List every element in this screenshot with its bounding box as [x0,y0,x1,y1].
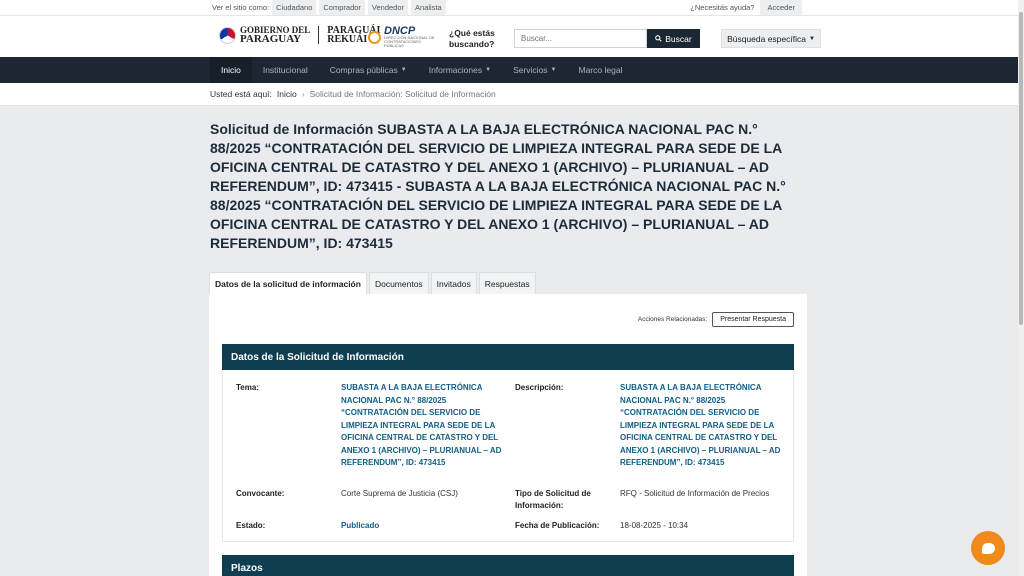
top-right-links: ¿Necesitás ayuda? Acceder [690,0,802,15]
tab-datos[interactable]: Datos de la solicitud de información [209,272,367,294]
nav-item-compras-publicas[interactable]: Compras públicas ▼ [319,57,418,83]
fecha-label: Fecha de Publicación: [515,521,600,530]
submit-response-button[interactable]: Presentar Respuesta [712,312,794,327]
tab-bar: Datos de la solicitud de información Doc… [209,272,536,294]
request-details: Tema: SUBASTA A LA BAJA ELECTRÓNICA NACI… [222,370,794,542]
caret-down-icon: ▼ [400,67,407,73]
related-actions: Acciones Relacionadas: Presentar Respues… [638,312,794,327]
dncp-logo[interactable]: DNCP DIRECCIÓN NACIONAL DE CONTRATACIONE… [368,26,440,48]
government-logo-text: GOBIERNO DEL PARAGUAY [240,25,311,45]
chevron-right-icon: › [301,89,305,99]
advanced-search-label: Búsqueda específica [727,33,806,44]
page-title: Solicitud de Información SUBASTA A LA BA… [210,121,786,251]
breadcrumb-prefix: Usted está aquí: [210,89,272,99]
paraguay-seal-icon [219,26,236,44]
view-as-group: Ver el sitio como: Ciudadano Comprador V… [212,0,446,15]
section-header-plazos: Plazos [222,555,794,576]
tab-documentos[interactable]: Documentos [368,272,429,294]
main-nav: Inicio Institucional Compras públicas ▼ I… [0,57,1018,83]
related-actions-label: Acciones Relacionadas: [637,316,708,323]
tema-label: Tema: [236,383,259,392]
help-link[interactable]: ¿Necesitás ayuda? [690,3,754,12]
fecha-value: 18-08-2025 - 10:34 [620,521,689,530]
tab-content-card: Acciones Relacionadas: Presentar Respues… [209,294,807,576]
search-input[interactable] [514,29,647,48]
page-scrollbar[interactable] [1018,0,1024,576]
breadcrumb: Usted está aquí: Inicio › Solicitud de I… [0,83,1018,106]
convocante-label: Convocante: [236,489,285,498]
search-question: ¿Qué estás buscando? [449,28,495,49]
dncp-logo-subtext: DIRECCIÓN NACIONAL DE CONTRATACIONES PÚB… [384,35,435,48]
descripcion-label: Descripción: [515,383,564,392]
role-comprador[interactable]: Comprador [319,0,365,15]
descripcion-value: SUBASTA A LA BAJA ELECTRÓNICA NACIONAL P… [620,383,781,467]
nav-item-institucional[interactable]: Institucional [252,57,319,83]
government-logo[interactable]: GOBIERNO DEL PARAGUAY PARAGUÁI REKUÁI [219,25,380,45]
breadcrumb-home[interactable]: Inicio [277,89,297,99]
caret-down-icon: ▼ [485,67,492,73]
search-button-label: Buscar [665,33,692,44]
nav-item-marco-legal[interactable]: Marco legal [568,57,634,83]
tipo-label: Tipo de Solicitud de Información: [515,489,591,510]
estado-value: Publicado [341,521,380,530]
nav-item-servicios[interactable]: Servicios ▼ [502,57,567,83]
dncp-emblem-icon [368,30,381,44]
login-button[interactable]: Acceder [760,0,802,15]
nav-item-informaciones[interactable]: Informaciones ▼ [418,57,502,83]
convocante-value: Corte Suprema de Justicia (CSJ) [341,489,458,498]
breadcrumb-current: Solicitud de Información: Solicitud de I… [309,89,496,99]
scrollbar-thumb[interactable] [1019,12,1023,325]
advanced-search-button[interactable]: Búsqueda específica ▼ [721,29,821,48]
tipo-value: RFQ - Solicitud de Información de Precio… [620,489,770,498]
top-strip: Ver el sitio como: Ciudadano Comprador V… [0,0,1018,15]
caret-down-icon: ▼ [550,67,557,73]
role-vendedor[interactable]: Vendedor [367,0,409,15]
role-analista[interactable]: Analista [411,0,446,15]
logo-separator [318,26,320,44]
nav-item-inicio[interactable]: Inicio [210,57,252,83]
view-as-label: Ver el sitio como: [212,3,270,12]
section-header-datos: Datos de la Solicitud de Información [222,344,794,370]
tab-invitados[interactable]: Invitados [430,272,477,294]
site-header: GOBIERNO DEL PARAGUAY PARAGUÁI REKUÁI DN… [0,15,1018,57]
chat-bubble-icon [981,542,995,554]
role-ciudadano[interactable]: Ciudadano [272,0,317,15]
caret-down-icon: ▼ [808,35,815,42]
search-icon [655,35,662,42]
estado-label: Estado: [236,521,266,530]
tab-respuestas[interactable]: Respuestas [478,272,536,294]
tema-value: SUBASTA A LA BAJA ELECTRÓNICA NACIONAL P… [341,383,502,467]
search-button[interactable]: Buscar [647,29,700,48]
chat-button[interactable] [971,531,1005,565]
